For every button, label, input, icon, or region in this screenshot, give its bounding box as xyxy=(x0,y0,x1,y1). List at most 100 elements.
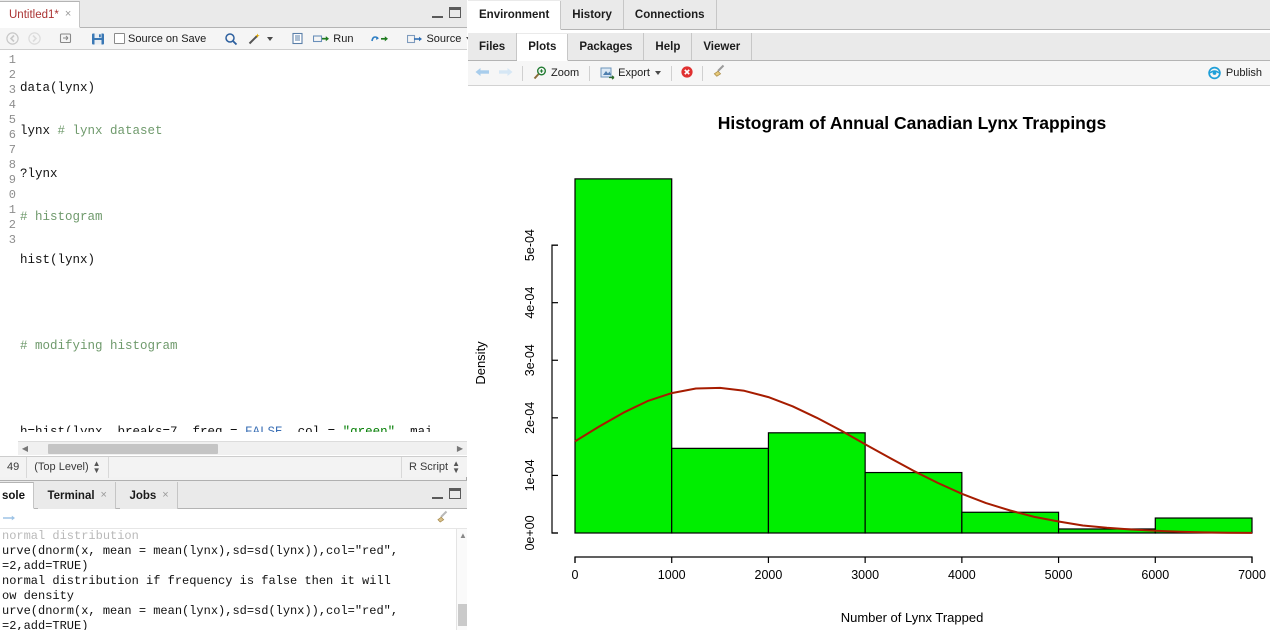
magnifier-icon[interactable] xyxy=(222,31,240,47)
toolbar-divider xyxy=(670,65,672,81)
console-pane: sole Terminal × Jobs × normal distributi… xyxy=(0,480,467,630)
line-number: 0 xyxy=(8,188,16,202)
editor-tab-untitled1[interactable]: Untitled1* × xyxy=(0,1,81,28)
export-label: Export xyxy=(618,67,650,79)
console-window-controls xyxy=(432,488,461,499)
code-line: lynx # lynx dataset xyxy=(20,124,163,138)
console-tab-jobs[interactable]: Jobs × xyxy=(120,482,178,509)
line-number: 2 xyxy=(8,68,16,82)
scrollbar-thumb[interactable] xyxy=(458,604,467,626)
source-button[interactable]: Source xyxy=(405,32,474,46)
close-icon[interactable]: × xyxy=(101,490,107,501)
tab-viewer[interactable]: Viewer xyxy=(692,33,753,60)
console-toolbar xyxy=(0,509,467,529)
tab-files[interactable]: Files xyxy=(468,33,518,60)
scope-selector[interactable]: (Top Level) ▲ ▼ xyxy=(27,456,109,478)
histogram-bar xyxy=(574,178,673,534)
console-vertical-scrollbar[interactable]: ▲ xyxy=(456,529,467,630)
plots-tabbar: Files Plots Packages Help Viewer xyxy=(468,33,1270,61)
line-number: 3 xyxy=(8,233,16,247)
code-line: # modifying histogram xyxy=(20,339,178,353)
tab-help[interactable]: Help xyxy=(644,33,693,60)
console-line: urve(dnorm(x, mean = mean(lynx),sd=sd(ly… xyxy=(2,604,399,618)
publish-icon xyxy=(1208,66,1221,80)
cursor-position: 49 xyxy=(0,456,28,478)
console-tab-label: Terminal xyxy=(47,489,95,502)
histogram-bar xyxy=(671,447,770,534)
console-line: ow density xyxy=(2,589,75,603)
tab-environment[interactable]: Environment xyxy=(468,0,562,30)
scroll-up-icon[interactable]: ▲ xyxy=(459,531,467,540)
scroll-left-icon[interactable]: ◀ xyxy=(18,444,32,453)
line-number: 4 xyxy=(8,98,16,112)
chevron-down-icon[interactable] xyxy=(654,71,661,75)
editor-horizontal-scrollbar[interactable]: ◀ ▶ xyxy=(18,441,467,455)
console-line: =2,add=TRUE) xyxy=(2,559,89,573)
maximize-icon[interactable] xyxy=(449,488,461,499)
cursor-position-label: 49 xyxy=(7,461,20,473)
close-icon[interactable]: × xyxy=(162,490,168,501)
show-in-new-window-icon[interactable] xyxy=(57,31,75,46)
line-number-gutter: 1 2 3 4 5 6 7 8 9 0 1 2 3 xyxy=(0,50,18,432)
tab-label: Environment xyxy=(479,8,550,21)
chevron-updown-icon[interactable]: ▲ ▼ xyxy=(93,460,101,475)
close-icon[interactable]: × xyxy=(65,9,71,20)
checkbox-box[interactable] xyxy=(114,33,125,44)
x-axis-label: Number of Lynx Trapped xyxy=(841,610,984,625)
remove-plot-icon[interactable] xyxy=(680,65,694,82)
maximize-icon[interactable] xyxy=(449,7,461,18)
console-tab-console[interactable]: sole xyxy=(0,482,35,509)
minimize-icon[interactable] xyxy=(432,8,443,18)
forward-arrow-icon[interactable] xyxy=(26,31,43,46)
scroll-right-icon[interactable]: ▶ xyxy=(453,444,467,453)
clear-all-plots-broom-icon[interactable] xyxy=(711,64,727,82)
back-arrow-icon[interactable] xyxy=(4,31,21,46)
file-type-selector[interactable]: R Script ▲ ▼ xyxy=(400,456,467,478)
code-text[interactable]: data(lynx) lynx # lynx dataset ?lynx # h… xyxy=(20,53,467,432)
y-axis-tick-label: 2e-04 xyxy=(523,402,537,434)
line-number: 9 xyxy=(8,173,16,187)
chevron-updown-icon[interactable]: ▲ ▼ xyxy=(452,460,460,475)
line-number: 6 xyxy=(8,128,16,142)
console-line: normal distribution xyxy=(2,529,139,543)
left-arrow-icon[interactable] xyxy=(474,65,491,82)
histogram-bar xyxy=(961,511,1060,534)
export-button[interactable]: Export xyxy=(598,65,663,81)
tab-packages[interactable]: Packages xyxy=(568,33,645,60)
tab-plots[interactable]: Plots xyxy=(517,33,569,61)
run-label: Run xyxy=(333,32,354,45)
run-button[interactable]: Run xyxy=(311,32,355,46)
plot-output-area[interactable]: 0e+00 1e-04 2e-04 3e-04 4e-04 5e-04 0 1000 2000 3… xyxy=(468,87,1270,630)
compile-report-icon[interactable] xyxy=(289,31,306,46)
magic-wand-icon[interactable] xyxy=(245,31,275,47)
scrollbar-thumb[interactable] xyxy=(48,443,218,454)
tab-label: Packages xyxy=(579,40,633,53)
y-axis-tick-label: 3e-04 xyxy=(523,344,537,376)
code-editor-area[interactable]: 1 2 3 4 5 6 7 8 9 0 1 2 3 data(lynx) lyn… xyxy=(0,50,467,432)
console-line: urve(dnorm(x, mean = mean(lynx),sd=sd(ly… xyxy=(2,544,399,558)
console-line: normal distribution if frequency is fals… xyxy=(2,574,391,588)
toolbar-divider xyxy=(701,65,703,81)
x-axis-tick-label: 3000 xyxy=(851,568,879,582)
right-arrow-icon[interactable] xyxy=(497,65,514,82)
scope-label: (Top Level) xyxy=(34,461,89,473)
line-number: 7 xyxy=(8,143,16,157)
tab-connections[interactable]: Connections xyxy=(623,0,717,29)
y-axis-tick-label: 4e-04 xyxy=(523,287,537,319)
publish-button[interactable]: Publish xyxy=(1207,66,1262,80)
zoom-button[interactable]: Zoom xyxy=(531,65,581,81)
clear-console-icon[interactable] xyxy=(435,510,451,530)
rerun-icon[interactable] xyxy=(369,32,391,46)
chevron-down-icon[interactable] xyxy=(267,36,274,41)
save-icon[interactable] xyxy=(89,31,107,47)
tab-history[interactable]: History xyxy=(561,0,624,29)
editor-toolbar: Source on Save Run Source xyxy=(0,28,503,50)
line-number: 1 xyxy=(8,53,16,67)
console-output[interactable]: normal distribution urve(dnorm(x, mean =… xyxy=(0,529,467,630)
editor-tabbar: Untitled1* × xyxy=(0,0,467,28)
console-prompt-icon xyxy=(2,511,17,530)
histogram-bar xyxy=(864,471,963,534)
source-on-save-checkbox[interactable]: Source on Save xyxy=(112,32,208,46)
minimize-icon[interactable] xyxy=(432,489,443,499)
console-tab-terminal[interactable]: Terminal × xyxy=(38,482,116,509)
